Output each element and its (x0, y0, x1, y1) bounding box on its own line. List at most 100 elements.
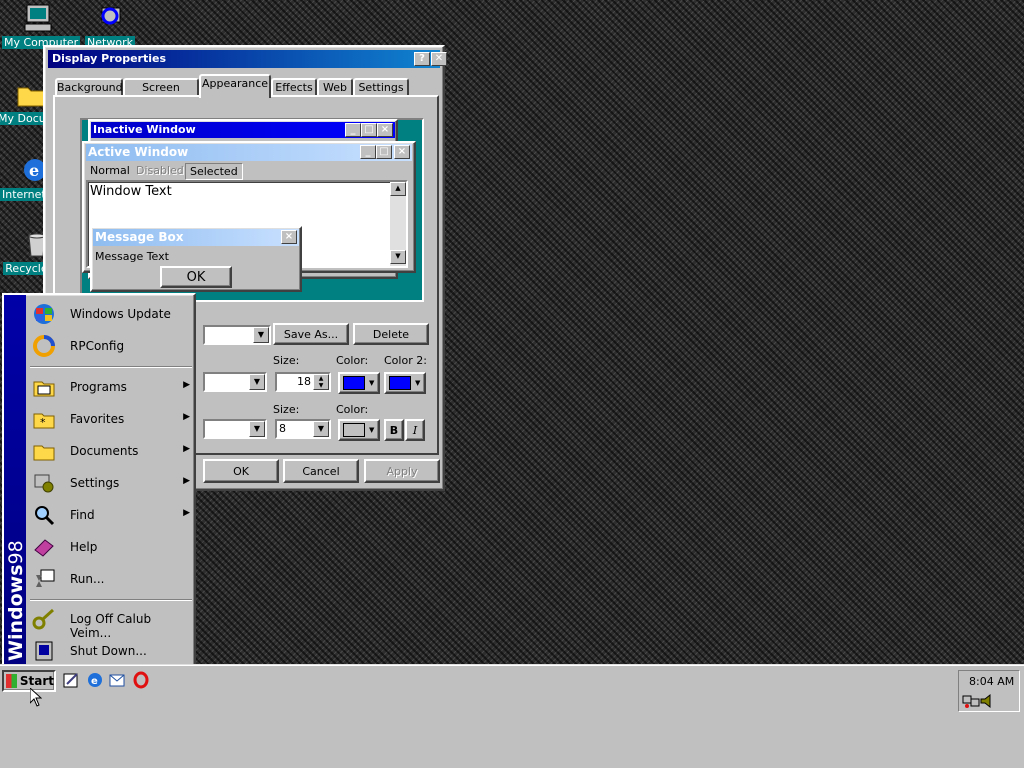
start-item-find[interactable]: Find ▶ (28, 500, 194, 530)
shut-down-icon (32, 639, 56, 663)
color-swatch (343, 423, 365, 437)
start-item-run[interactable]: Run... (28, 564, 194, 594)
italic-button[interactable]: I (405, 419, 425, 441)
inactive-window-title-bar: Inactive Window _ □ × (91, 122, 395, 138)
start-menu: Windows98 Windows Update RPConfig Progra… (2, 293, 196, 667)
cancel-button[interactable]: Cancel (283, 459, 359, 483)
my-computer-icon (21, 2, 53, 34)
item-color2-button[interactable]: ▼ (384, 372, 426, 394)
preview-message-box: Message Box × Message Text OK (90, 226, 302, 292)
chevron-down-icon: ▼ (253, 327, 269, 343)
start-item-windows-update[interactable]: Windows Update (28, 299, 194, 329)
chevron-right-icon: ▶ (183, 476, 190, 486)
tray-volume-icon[interactable] (979, 693, 995, 709)
svg-text:e: e (91, 676, 98, 687)
svg-text:e: e (29, 161, 39, 180)
delete-button[interactable]: Delete (353, 323, 429, 345)
font-select[interactable]: ▼ (203, 419, 267, 439)
dialog-title: Display Properties (52, 52, 167, 65)
start-item-rpconfig[interactable]: RPConfig (28, 331, 194, 361)
save-as-button[interactable]: Save As... (273, 323, 349, 345)
active-window-title-bar: Active Window _ □ × (86, 144, 412, 161)
start-item-help[interactable]: Help (28, 532, 194, 562)
network-icon (94, 2, 126, 34)
opera-icon[interactable] (132, 671, 150, 689)
desktop-icon-network[interactable]: Network (75, 2, 145, 49)
rpconfig-icon (32, 334, 56, 358)
find-icon (32, 503, 56, 527)
run-icon (32, 567, 56, 591)
start-item-shut-down[interactable]: Shut Down... (28, 636, 194, 666)
close-icon: × (394, 145, 410, 159)
font-color-button[interactable]: ▼ (338, 419, 380, 441)
clock[interactable]: 8:04 AM (969, 675, 1014, 688)
chevron-right-icon: ▶ (183, 444, 190, 454)
log-off-icon (32, 607, 56, 631)
taskbar: Start e 8:04 AM (0, 664, 1024, 768)
start-menu-banner: Windows98 (4, 295, 27, 665)
color-swatch (389, 376, 411, 390)
stepper-icon[interactable]: ▲ ▼ (313, 374, 329, 390)
message-box-ok-button: OK (160, 266, 232, 288)
start-label: Start (19, 674, 54, 688)
preview-menu-selected: Selected (185, 163, 243, 180)
chevron-down-icon: ▼ (369, 426, 375, 434)
start-item-documents[interactable]: Documents ▶ (28, 436, 194, 466)
svg-text:*: * (40, 416, 46, 429)
minimize-icon: _ (360, 145, 376, 159)
preview-scrollbar: ▲ ▼ (390, 182, 406, 266)
help-icon (32, 535, 56, 559)
item-size-value: 18 (297, 375, 311, 388)
chevron-down-icon: ▼ (249, 374, 265, 390)
scroll-down-icon: ▼ (390, 250, 406, 264)
preview-window-text: Window Text (90, 184, 172, 199)
menu-separator (30, 599, 192, 601)
ok-button[interactable]: OK (203, 459, 279, 483)
font-size-label: Size: (273, 403, 300, 416)
item-size-stepper[interactable]: 18 ▲ ▼ (275, 372, 331, 392)
item-select[interactable]: ▼ (203, 372, 267, 392)
color-swatch (343, 376, 365, 390)
dialog-title-bar[interactable]: Display Properties ? ✕ (48, 50, 447, 68)
close-button[interactable]: ✕ (431, 52, 447, 66)
font-size-value: 8 (279, 422, 286, 435)
chevron-down-icon: ▼ (369, 379, 375, 387)
start-item-log-off[interactable]: Log Off Calub Veim... (28, 604, 194, 640)
banner-version: 98 (5, 540, 27, 565)
help-button[interactable]: ? (414, 52, 430, 66)
message-box-title: Message Box (95, 230, 184, 244)
close-icon: ✕ (434, 53, 444, 64)
close-icon: × (281, 230, 297, 244)
start-item-settings[interactable]: Settings ▶ (28, 468, 194, 498)
tab-appearance[interactable]: Appearance (199, 74, 271, 98)
message-box-text: Message Text (95, 250, 169, 263)
appearance-preview[interactable]: Inactive Window _ □ × Active Window _ □ … (80, 118, 424, 302)
font-size-select[interactable]: 8 ▼ (275, 419, 331, 439)
desktop-icon-my-computer[interactable]: My Computer (2, 2, 81, 49)
windows-update-icon (32, 302, 56, 326)
documents-icon (32, 439, 56, 463)
start-item-favorites[interactable]: * Favorites ▶ (28, 404, 194, 434)
message-box-title-bar: Message Box × (93, 229, 299, 246)
tray-network-icon[interactable] (962, 693, 980, 709)
maximize-icon: □ (376, 145, 392, 159)
item-color2-label: Color 2: (384, 354, 427, 367)
start-item-programs[interactable]: Programs ▶ (28, 372, 194, 402)
item-color-button[interactable]: ▼ (338, 372, 380, 394)
maximize-icon: □ (361, 123, 377, 137)
chevron-right-icon: ▶ (183, 380, 190, 390)
font-color-label: Color: (336, 403, 369, 416)
programs-icon (32, 375, 56, 399)
menu-separator (30, 366, 192, 368)
banner-brand: Windows (5, 564, 27, 661)
active-window-title: Active Window (88, 145, 189, 159)
apply-button[interactable]: Apply (364, 459, 440, 483)
chevron-right-icon: ▶ (183, 412, 190, 422)
start-button[interactable]: Start (2, 670, 56, 692)
internet-explorer-icon[interactable]: e (86, 671, 104, 689)
bold-button[interactable]: B (384, 419, 404, 441)
outlook-express-icon[interactable] (108, 671, 126, 689)
close-icon: × (377, 123, 393, 137)
scheme-select[interactable]: ▼ (203, 325, 271, 345)
edit-icon[interactable] (62, 671, 80, 689)
